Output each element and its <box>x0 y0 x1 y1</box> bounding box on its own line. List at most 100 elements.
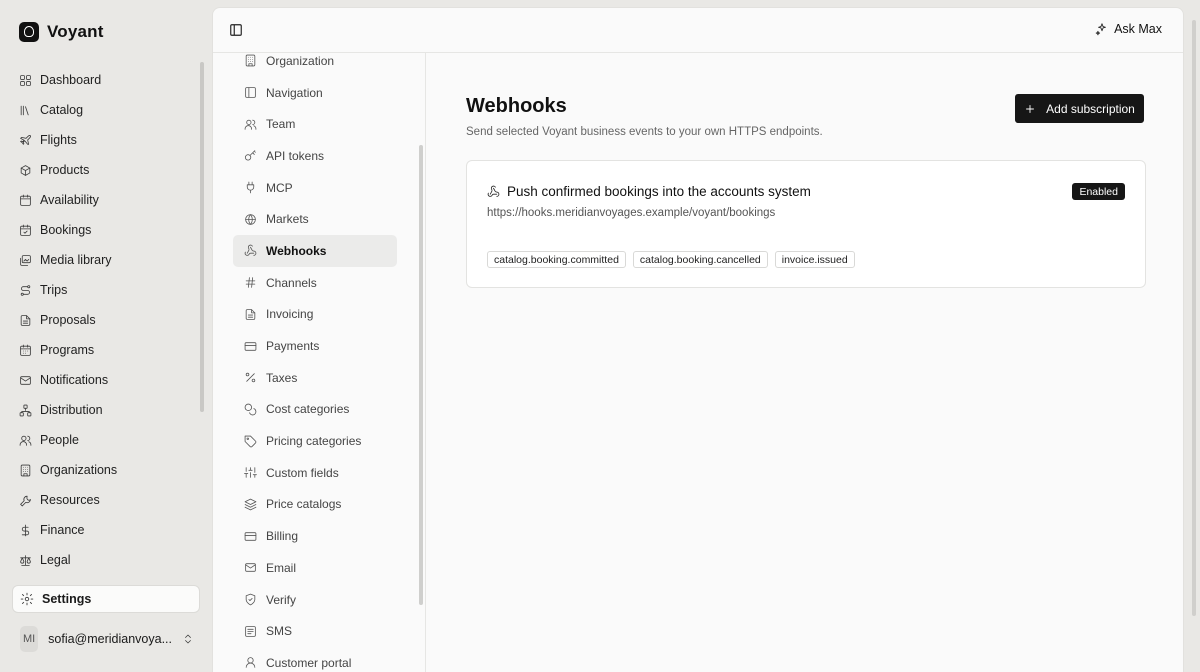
globe-icon <box>244 213 257 226</box>
settings-nav-item-team[interactable]: Team <box>233 108 397 140</box>
nav-item-label: Products <box>40 163 90 177</box>
endpoint-url: https://hooks.meridianvoyages.example/vo… <box>487 207 776 219</box>
settings-nav-item-sms[interactable]: SMS <box>233 615 397 647</box>
sidebar-scrollbar[interactable] <box>200 62 204 412</box>
gear-icon <box>20 592 34 606</box>
plug-icon <box>244 181 257 194</box>
nav-item-label: Taxes <box>266 370 298 385</box>
brand[interactable]: Voyant <box>19 22 104 42</box>
hash-icon <box>244 276 257 289</box>
sidebar-item-dashboard[interactable]: Dashboard <box>12 65 200 95</box>
plane-icon <box>19 134 32 147</box>
nav-item-label: Finance <box>40 523 85 537</box>
settings-nav-item-invoicing[interactable]: Invoicing <box>233 299 397 331</box>
page-subtitle: Send selected Voyant business events to … <box>466 126 823 138</box>
nav-item-label: Distribution <box>40 403 103 417</box>
key-icon <box>244 149 257 162</box>
subscription-header: Push confirmed bookings into the account… <box>487 184 811 199</box>
nav-item-label: Cost categories <box>266 402 350 417</box>
users-icon <box>19 434 32 447</box>
nav-item-label: Legal <box>40 553 71 567</box>
settings-nav-scrollbar[interactable] <box>419 145 423 605</box>
settings-nav-item-markets[interactable]: Markets <box>233 203 397 235</box>
nav-item-label: Navigation <box>266 85 323 100</box>
nav-item-label: Organization <box>266 53 335 68</box>
settings-nav-list: Organization Navigation Team API tokens MCP M… <box>233 53 397 672</box>
sidebar-item-settings[interactable]: Settings <box>12 585 200 613</box>
building-icon <box>19 464 32 477</box>
app-nav: Dashboard Catalog Flights Products Availabil… <box>12 65 200 575</box>
file-text-icon <box>19 314 32 327</box>
sidebar-item-notifications[interactable]: Notifications <box>12 365 200 395</box>
webhook-icon <box>487 185 500 198</box>
nav-item-label: Notifications <box>40 373 109 387</box>
sidebar-item-resources[interactable]: Resources <box>12 485 200 515</box>
nav-item-label: Programs <box>40 343 95 357</box>
settings-nav-item-channels[interactable]: Channels <box>233 267 397 299</box>
settings-nav-item-taxes[interactable]: Taxes <box>233 362 397 394</box>
dollar-icon <box>19 524 32 537</box>
nav-item-label: MCP <box>266 180 293 195</box>
sidebar-item-availability[interactable]: Availability <box>12 185 200 215</box>
sidebar-item-finance[interactable]: Finance <box>12 515 200 545</box>
sidebar-item-people[interactable]: People <box>12 425 200 455</box>
settings-nav-item-api-tokens[interactable]: API tokens <box>233 140 397 172</box>
settings-nav-item-mcp[interactable]: MCP <box>233 172 397 204</box>
settings-nav-item-billing[interactable]: Billing <box>233 520 397 552</box>
calendar-days-icon <box>19 344 32 357</box>
credit-card-icon <box>244 340 257 353</box>
subscription-title: Push confirmed bookings into the account… <box>507 184 811 199</box>
sidebar-item-programs[interactable]: Programs <box>12 335 200 365</box>
nav-item-label: Catalog <box>40 103 84 117</box>
nav-item-label: Dashboard <box>40 73 102 87</box>
settings-nav-item-cost-categories[interactable]: Cost categories <box>233 394 397 426</box>
sidebar-item-trips[interactable]: Trips <box>12 275 200 305</box>
credit-card-icon <box>244 530 257 543</box>
settings-nav-item-organization[interactable]: Organization <box>233 53 397 77</box>
sidebar-item-legal[interactable]: Legal <box>12 545 200 575</box>
event-tags: catalog.booking.committed catalog.bookin… <box>487 251 855 268</box>
event-tag: catalog.booking.committed <box>487 251 626 268</box>
settings-nav-item-pricing-categories[interactable]: Pricing categories <box>233 425 397 457</box>
topbar: Ask Max <box>213 8 1183 53</box>
avatar: MI <box>20 626 39 652</box>
user-menu[interactable]: MI sofia@meridianvoya... <box>20 626 194 652</box>
mail-icon <box>19 374 32 387</box>
nav-item-label: Proposals <box>40 313 96 327</box>
page-scrollbar[interactable] <box>1192 20 1196 616</box>
sparkles-icon <box>1095 22 1109 36</box>
route-icon <box>19 284 32 297</box>
chevrons-up-down-icon <box>182 633 194 645</box>
nav-item-label: Invoicing <box>266 307 314 322</box>
sidebar-item-products[interactable]: Products <box>12 155 200 185</box>
nav-item-label: Channels <box>266 275 317 290</box>
layers-icon <box>244 498 257 511</box>
settings-nav-item-navigation[interactable]: Navigation <box>233 77 397 109</box>
nav-item-label: Resources <box>40 493 100 507</box>
settings-nav-item-webhooks[interactable]: Webhooks <box>233 235 397 267</box>
building-icon <box>244 54 257 67</box>
settings-nav-item-email[interactable]: Email <box>233 552 397 584</box>
sidebar-item-distribution[interactable]: Distribution <box>12 395 200 425</box>
nav-item-label: Email <box>266 560 297 575</box>
shield-check-icon <box>244 593 257 606</box>
settings-nav-item-customer-portal[interactable]: Customer portal <box>233 647 397 672</box>
webhook-subscription-card[interactable]: Push confirmed bookings into the account… <box>466 160 1146 288</box>
sidebar-item-flights[interactable]: Flights <box>12 125 200 155</box>
settings-nav-item-verify[interactable]: Verify <box>233 584 397 616</box>
settings-nav-item-payments[interactable]: Payments <box>233 330 397 362</box>
sidebar-item-catalog[interactable]: Catalog <box>12 95 200 125</box>
ask-max-button[interactable]: Ask Max <box>1095 22 1162 36</box>
sidebar-item-bookings[interactable]: Bookings <box>12 215 200 245</box>
library-icon <box>19 104 32 117</box>
scale-icon <box>19 554 32 567</box>
settings-nav-item-price-catalogs[interactable]: Price catalogs <box>233 489 397 521</box>
nav-item-label: Trips <box>40 283 68 297</box>
sidebar-item-organizations[interactable]: Organizations <box>12 455 200 485</box>
settings-nav-item-custom-fields[interactable]: Custom fields <box>233 457 397 489</box>
mail-icon <box>244 561 257 574</box>
panel-left-toggle-icon[interactable] <box>229 23 243 37</box>
sidebar-item-proposals[interactable]: Proposals <box>12 305 200 335</box>
sidebar-item-media-library[interactable]: Media library <box>12 245 200 275</box>
add-subscription-button[interactable]: Add subscription <box>1015 94 1144 123</box>
